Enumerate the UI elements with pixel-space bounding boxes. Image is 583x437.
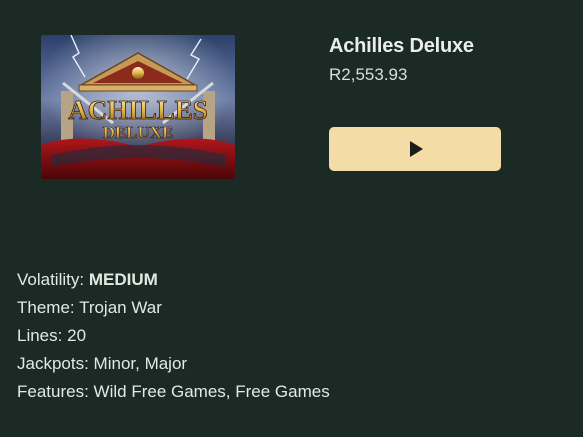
game-price: R2,553.93 (329, 65, 408, 84)
detail-lines: Lines: 20 (17, 322, 330, 350)
theme-value: Trojan War (79, 298, 162, 317)
volatility-value: MEDIUM (88, 270, 158, 289)
logo-title: ACHILLES (68, 95, 208, 125)
detail-features: Features: Wild Free Games, Free Games (17, 378, 330, 406)
play-icon (410, 141, 423, 157)
detail-volatility: Volatility: MEDIUM (17, 266, 330, 294)
lines-value: 20 (67, 326, 87, 345)
game-title: Achilles Deluxe (329, 35, 474, 57)
lines-label: Lines: (17, 326, 63, 345)
features-value: Wild Free Games, Free Games (93, 382, 330, 401)
jackpots-value: Minor, Major (93, 354, 188, 373)
volatility-label: Volatility: (17, 270, 85, 289)
game-thumbnail[interactable]: ACHILLES DELUXE (41, 35, 235, 179)
play-button[interactable] (329, 127, 501, 171)
features-label: Features: (17, 382, 89, 401)
logo-subtitle: DELUXE (103, 123, 174, 142)
game-details: Volatility: MEDIUM Theme: Trojan War Lin… (17, 266, 330, 406)
detail-jackpots: Jackpots: Minor, Major (17, 350, 330, 378)
theme-label: Theme: (17, 298, 75, 317)
detail-theme: Theme: Trojan War (17, 294, 330, 322)
jackpots-label: Jackpots: (17, 354, 89, 373)
game-artwork: ACHILLES DELUXE (41, 35, 235, 179)
